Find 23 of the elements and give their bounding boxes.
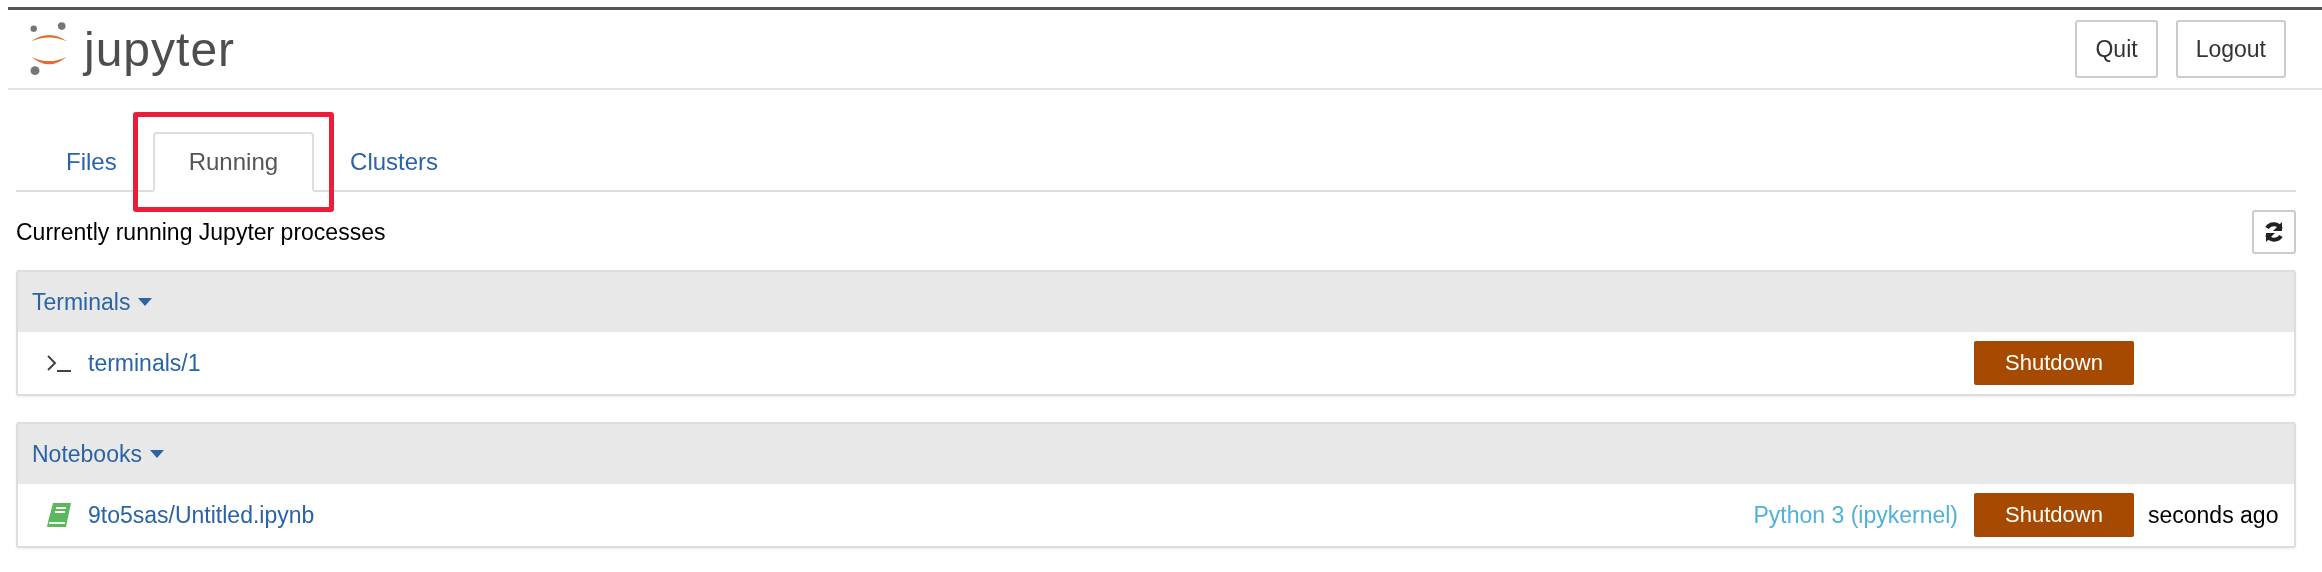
caret-icon	[138, 298, 153, 306]
quit-button[interactable]: Quit	[2075, 20, 2158, 78]
item-link[interactable]: terminals/1	[88, 349, 201, 377]
panel-header[interactable]: Notebooks	[18, 424, 2294, 484]
panel-title: Terminals	[32, 288, 131, 316]
panel-header[interactable]: Terminals	[18, 272, 2294, 332]
tab[interactable]: Running	[152, 132, 315, 192]
kernel-name: Python 3 (ipykernel)	[1753, 501, 1958, 529]
logo-text: jupyter	[84, 21, 236, 77]
tab[interactable]: Files	[30, 132, 153, 192]
caret-icon	[149, 450, 164, 458]
intro-text: Currently running Jupyter processes	[16, 218, 386, 246]
refresh-icon	[2263, 221, 2285, 243]
book-icon	[46, 502, 72, 528]
refresh-button[interactable]	[2252, 210, 2296, 254]
logout-button[interactable]: Logout	[2175, 20, 2286, 78]
shutdown-button[interactable]: Shutdown	[1974, 341, 2134, 385]
panel-title: Notebooks	[32, 440, 142, 468]
item-link[interactable]: 9to5sas/Untitled.ipynb	[88, 501, 315, 529]
shutdown-button[interactable]: Shutdown	[1974, 493, 2134, 537]
terminal-icon	[46, 353, 72, 373]
time-text: seconds ago	[2147, 501, 2280, 529]
tab[interactable]: Clusters	[314, 132, 475, 192]
